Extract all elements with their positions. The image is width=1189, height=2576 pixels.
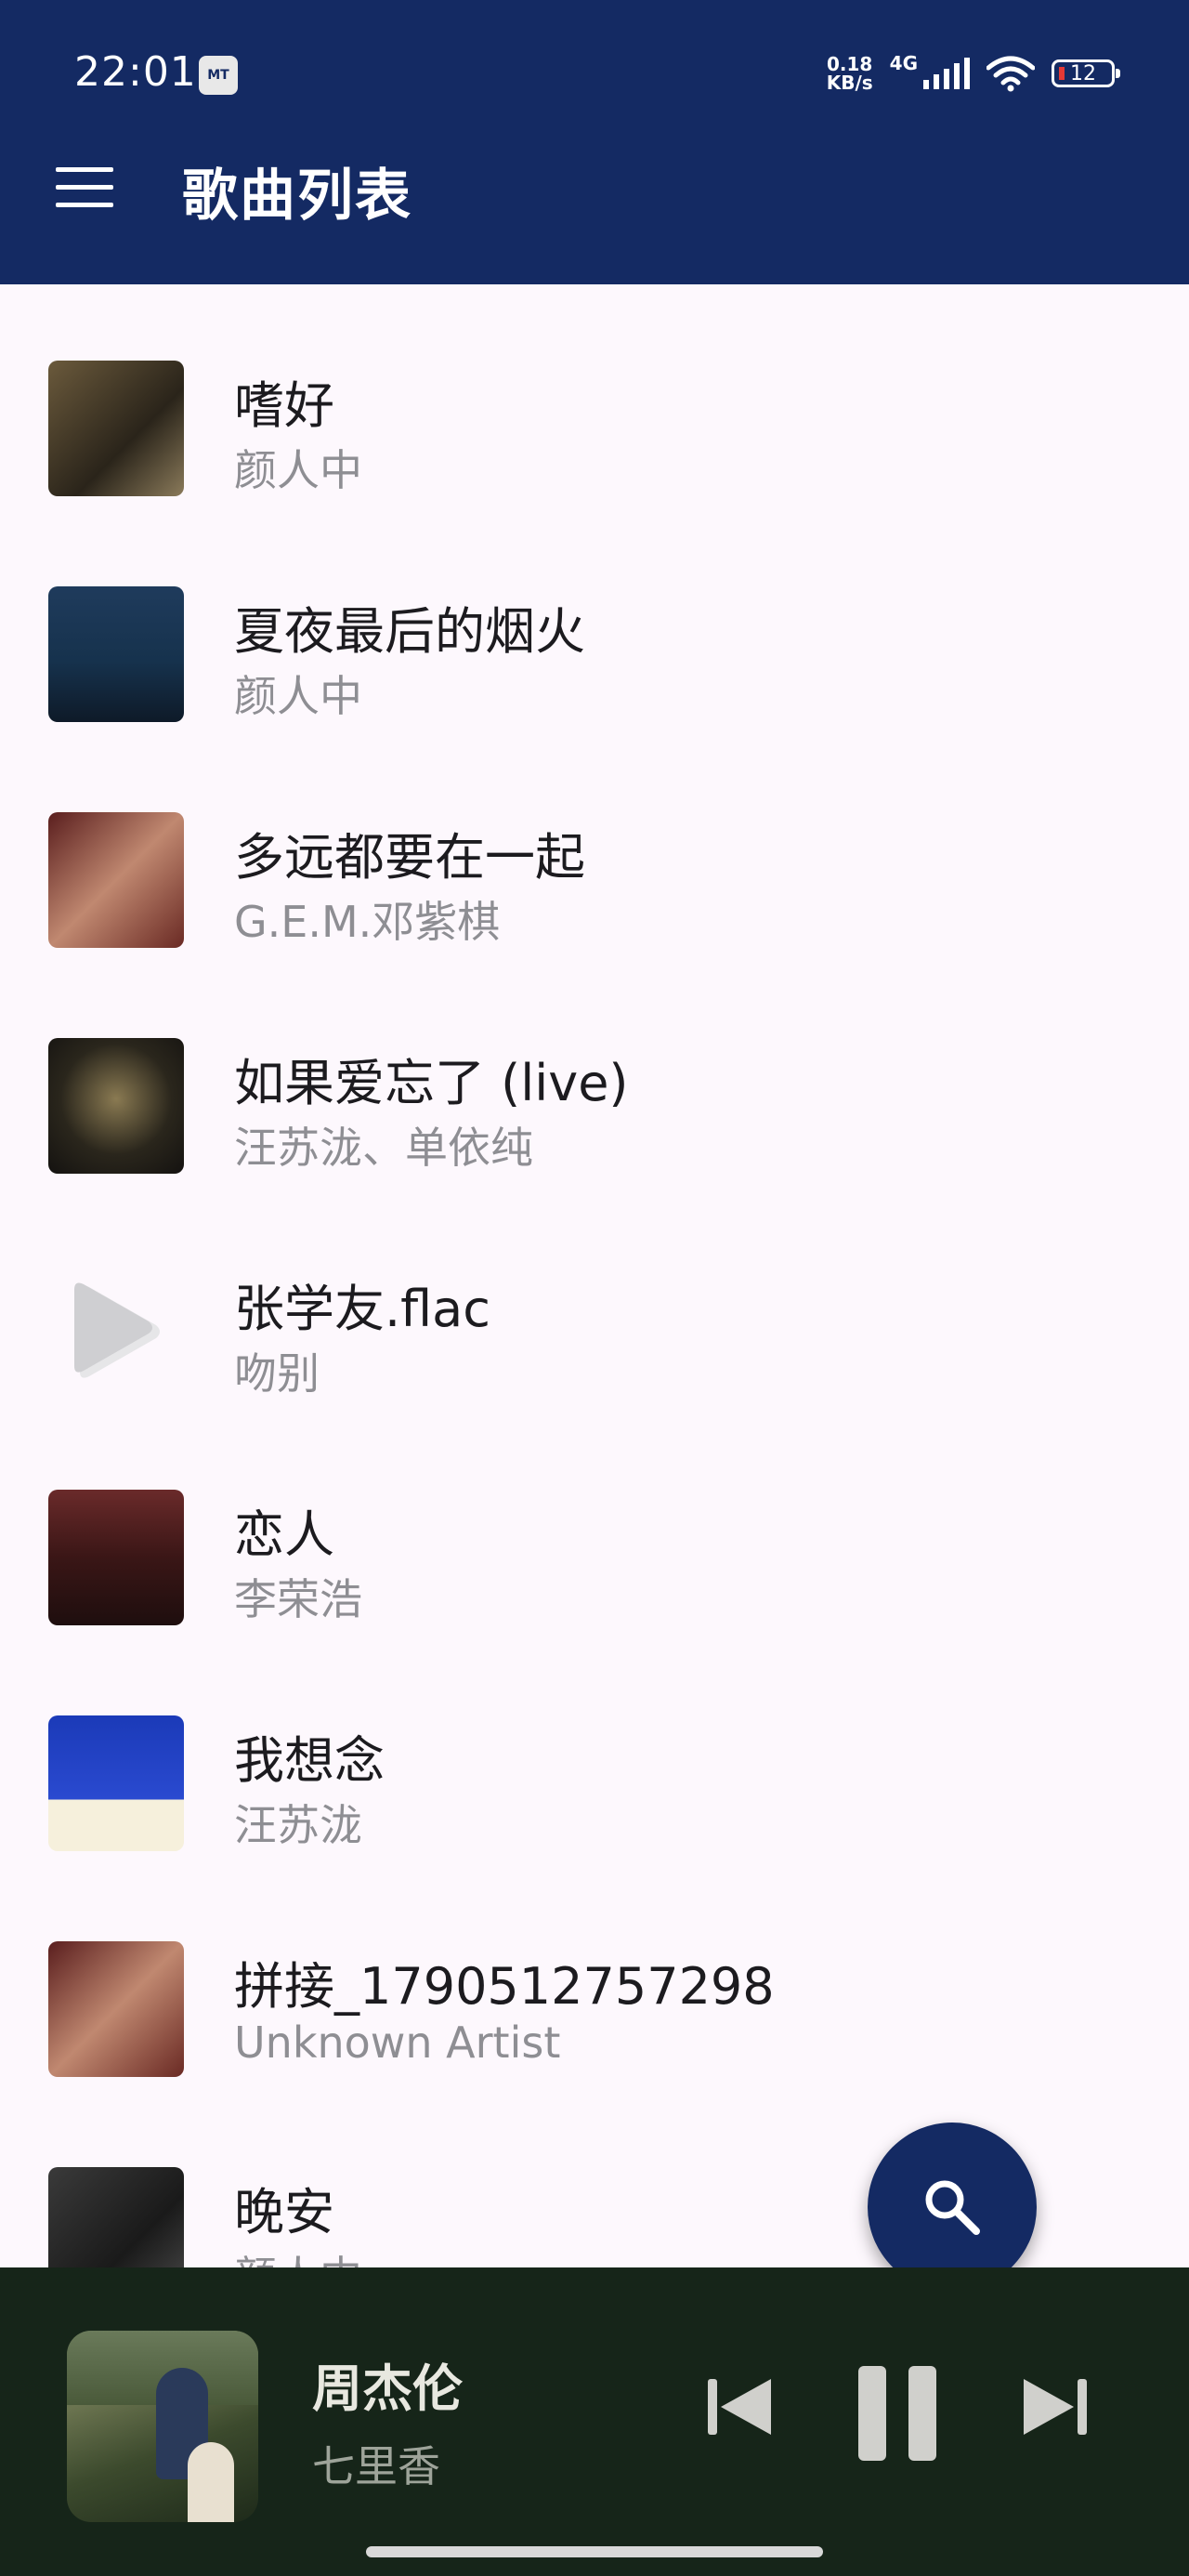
song-artist: 颜人中 — [234, 671, 362, 721]
now-playing-bar[interactable]: 周杰伦 七里香 — [0, 2267, 1189, 2576]
song-artist: 吻别 — [234, 1348, 320, 1399]
song-title: 如果爱忘了 (live) — [234, 1054, 629, 1112]
now-playing-title: 周杰伦 — [312, 2359, 463, 2418]
song-artist: 颜人中 — [234, 445, 362, 495]
song-title: 张学友.flac — [234, 1280, 490, 1338]
status-bar: 22:01 MT 0.18 KB/s 4G 12 — [0, 0, 1189, 149]
battery-icon: 12 — [1052, 59, 1120, 87]
list-item[interactable]: 拼接_1790512757298 Unknown Artist — [0, 1865, 1189, 2091]
song-title: 夏夜最后的烟火 — [234, 602, 585, 661]
search-icon — [925, 2180, 980, 2235]
album-art — [48, 361, 184, 496]
battery-level: 12 — [1070, 61, 1096, 85]
list-item[interactable]: 如果爱忘了 (live) 汪苏泷、单依纯 — [0, 962, 1189, 1188]
play-icon — [74, 1282, 160, 1378]
song-artist: 汪苏泷、单依纯 — [234, 1123, 533, 1173]
song-artist: 汪苏泷 — [234, 1800, 362, 1850]
mt-app-icon: MT — [199, 56, 238, 95]
album-art — [48, 1490, 184, 1625]
song-artist: 李荣浩 — [234, 1574, 362, 1624]
list-item[interactable]: 嗜好 颜人中 — [0, 284, 1189, 510]
network-type: 4G — [889, 52, 918, 74]
status-time: 22:01 — [74, 48, 197, 96]
top-app-bar: 歌曲列表 — [0, 149, 1189, 284]
status-indicators: 0.18 KB/s 4G 12 — [826, 50, 1120, 97]
album-art — [48, 2167, 184, 2267]
album-art — [48, 812, 184, 948]
song-title: 我想念 — [234, 1731, 385, 1790]
previous-icon[interactable] — [702, 2370, 777, 2444]
now-playing-album-art — [67, 2331, 258, 2522]
menu-icon[interactable] — [56, 167, 113, 208]
now-playing-artist: 七里香 — [312, 2441, 440, 2491]
song-title: 多远都要在一起 — [234, 828, 585, 887]
list-item[interactable]: 多远都要在一起 G.E.M.邓紫棋 — [0, 736, 1189, 962]
list-item[interactable]: 夏夜最后的烟火 颜人中 — [0, 510, 1189, 736]
song-title: 拼接_1790512757298 — [234, 1957, 775, 2016]
signal-icon — [923, 58, 970, 89]
song-list[interactable]: 嗜好 颜人中 夏夜最后的烟火 颜人中 多远都要在一起 G.E.M.邓紫棋 如果爱… — [0, 284, 1189, 2267]
page-title: 歌曲列表 — [182, 164, 412, 229]
song-title: 晚安 — [234, 2183, 334, 2241]
pause-icon[interactable] — [853, 2362, 942, 2464]
home-indicator[interactable] — [366, 2546, 823, 2557]
wifi-icon — [986, 56, 1035, 92]
song-title: 嗜好 — [234, 376, 334, 435]
album-art — [48, 1715, 184, 1851]
song-artist: Unknown Artist — [234, 2017, 561, 2068]
network-speed: 0.18 KB/s — [826, 53, 873, 94]
album-art — [48, 586, 184, 722]
song-artist: 颜人中 — [234, 2243, 362, 2267]
next-icon[interactable] — [1018, 2370, 1092, 2444]
album-art — [48, 1941, 184, 2077]
list-item[interactable]: 恋人 李荣浩 — [0, 1413, 1189, 1639]
album-art — [48, 1038, 184, 1174]
song-artist: G.E.M.邓紫棋 — [234, 897, 501, 947]
list-item[interactable]: 张学友.flac 吻别 — [0, 1188, 1189, 1413]
list-item[interactable]: 我想念 汪苏泷 — [0, 1639, 1189, 1865]
song-title: 恋人 — [234, 1505, 334, 1564]
